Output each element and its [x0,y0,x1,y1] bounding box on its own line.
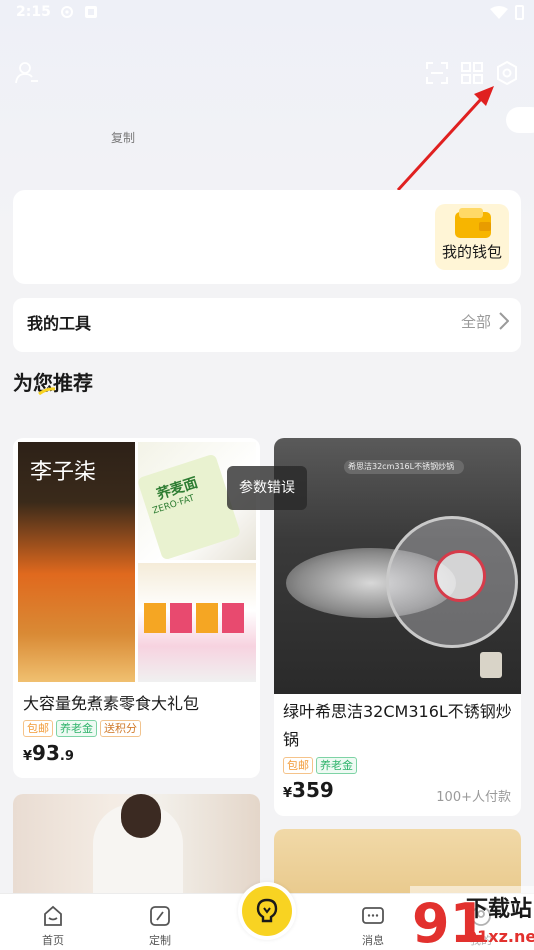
nav-label: 定制 [149,934,171,947]
nav-item-messages[interactable]: 消息 [343,894,403,950]
my-tools-card[interactable]: 我的工具 全部 [13,298,521,352]
status-time: 2:15 [16,4,51,20]
nav-item-home[interactable]: 首页 [23,894,83,950]
product-name: 大容量免煮素零食大礼包 [23,694,200,713]
product-image [138,563,256,682]
wallet-card: 我的钱包 [13,190,521,284]
lightbulb-icon [256,898,278,923]
nav-label: 消息 [362,934,384,947]
nav-label: 首页 [42,934,64,947]
product-tags: 包邮 养老金 送积分 [23,717,144,737]
edit-icon [150,906,170,926]
battery-icon [515,5,524,20]
gear-status-icon [61,6,73,18]
status-bar: 2:15 [0,0,534,28]
wallet-icon [455,208,491,238]
product-tags: 包邮 养老金 [283,754,360,774]
sold-count: 100+人付款 [436,790,511,805]
wallet-label: 我的钱包 [441,243,502,261]
product-image-brand: 李子柒 [30,460,97,485]
nav-item-custom[interactable]: 定制 [130,894,190,950]
product-name: 绿叶希思洁32CM316L不锈钢炒锅 [283,702,512,749]
product-card[interactable]: 希思洁32cm316L不锈钢炒锅 绿叶希思洁32CM316L不锈钢炒锅 包邮 养老… [274,438,521,816]
product-price: ¥93.9 [23,741,74,765]
error-toast: 参数错误 [227,466,307,510]
title-swoosh-icon [38,387,56,395]
user-settings-icon[interactable] [14,60,40,86]
annotation-arrow-icon [396,86,494,192]
site-watermark-logo: 91 下载站 91xz.net [410,886,534,950]
product-image: 希思洁32cm316L不锈钢炒锅 [274,438,521,694]
watermark-url: 91xz.net [466,927,534,946]
home-icon [44,905,62,926]
center-action-button[interactable] [238,882,296,940]
notification-status-icon [85,6,97,18]
tag-free-shipping: 包邮 [283,757,313,774]
chevron-right-icon[interactable] [499,312,509,330]
tag-pension: 养老金 [316,757,357,774]
wifi-icon [490,6,508,19]
product-card[interactable] [13,794,260,904]
product-image-label: 希思洁32cm316L不锈钢炒锅 [348,462,455,471]
tag-free-shipping: 包邮 [23,720,53,737]
product-card[interactable]: 李子柒 荞麦面 ZERO·FAT 大容量免煮素零食大礼包 包邮 养老金 送积分 ¥9… [13,438,260,778]
tag-points: 送积分 [100,720,141,737]
tools-title: 我的工具 [27,314,92,333]
product-image: 李子柒 [18,442,135,682]
tools-all-link[interactable]: 全部 [461,311,491,332]
watermark-title: 下载站 [466,896,532,922]
tag-pension: 养老金 [56,720,97,737]
message-icon [362,907,384,924]
side-pill[interactable] [506,107,534,133]
product-price: ¥359 [283,778,334,802]
product-image [13,794,260,904]
copy-label[interactable]: 复制 [111,129,135,146]
wallet-button[interactable]: 我的钱包 [435,204,509,270]
